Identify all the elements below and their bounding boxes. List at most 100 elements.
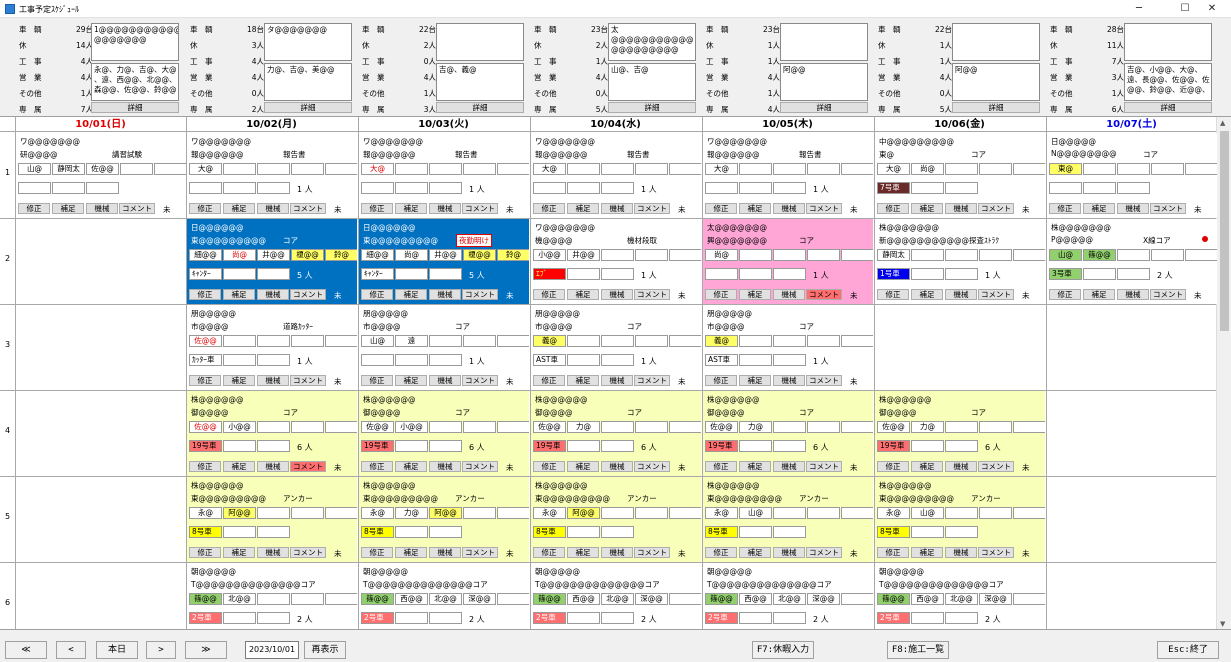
vehicle-slot[interactable] <box>705 268 738 280</box>
vehicle-slot[interactable]: 8号車 <box>189 526 222 538</box>
machine-button[interactable]: 機械 <box>429 375 461 386</box>
worker-slot[interactable] <box>635 163 668 175</box>
worker-slot[interactable] <box>257 507 290 519</box>
prev-page-button[interactable]: < <box>56 641 86 659</box>
vehicle-slot[interactable]: 19号車 <box>705 440 738 452</box>
worker-slot[interactable] <box>497 507 529 519</box>
worker-slot[interactable]: 永@ <box>705 507 738 519</box>
worker-slot[interactable] <box>463 163 496 175</box>
vehicle-slot[interactable] <box>395 612 428 624</box>
worker-slot[interactable]: 深@@ <box>463 593 496 605</box>
worker-slot[interactable] <box>1117 249 1150 261</box>
summary-note-box[interactable] <box>1124 23 1212 61</box>
supplement-button[interactable]: 補足 <box>223 203 255 214</box>
supplement-button[interactable]: 補足 <box>567 461 599 472</box>
date-input[interactable]: 2023/10/01 <box>245 641 299 659</box>
worker-slot[interactable]: 細@@ <box>361 249 394 261</box>
worker-slot[interactable] <box>257 593 290 605</box>
comment-button[interactable]: コメント <box>290 289 326 300</box>
comment-button[interactable]: コメント <box>978 289 1014 300</box>
date-header[interactable]: 10/07(土) <box>1046 118 1217 132</box>
supplement-button[interactable]: 補足 <box>739 461 771 472</box>
worker-slot[interactable]: 北@@ <box>945 593 978 605</box>
vehicle-slot[interactable]: ﾊﾞｷｭｰﾑ <box>223 268 256 280</box>
comment-button[interactable]: コメント <box>290 375 326 386</box>
vehicle-slot[interactable]: 2号車 <box>705 612 738 624</box>
vehicle-slot[interactable]: 3号車 <box>1049 268 1082 280</box>
summary-staff-box[interactable]: 吉@、小@@、大@、 遠、長@@、佐@@、佐 @@、鈴@@、近@@、 <box>1124 63 1212 101</box>
worker-slot[interactable] <box>841 507 873 519</box>
vertical-scrollbar[interactable]: ▲ ▼ <box>1216 117 1231 629</box>
vehicle-slot[interactable] <box>361 182 394 194</box>
vehicle-slot[interactable] <box>945 268 978 280</box>
edit-button[interactable]: 修正 <box>189 547 221 558</box>
comment-button[interactable]: コメント <box>1150 203 1186 214</box>
comment-button[interactable]: コメント <box>634 375 670 386</box>
edit-button[interactable]: 修正 <box>361 203 393 214</box>
detail-button[interactable]: 詳細 <box>436 102 524 113</box>
machine-button[interactable]: 機械 <box>945 547 977 558</box>
vehicle-slot[interactable] <box>911 612 944 624</box>
worker-slot[interactable]: 佐@@ <box>877 421 910 433</box>
vehicle-slot[interactable] <box>601 268 634 280</box>
summary-note-box[interactable]: 1@@@@@@@@@@@@ @@@@@@@ <box>91 23 179 61</box>
worker-slot[interactable]: 力@ <box>911 421 944 433</box>
worker-slot[interactable] <box>841 335 873 347</box>
schedule-cell[interactable]: ワ@@@@@@@ 機@@@@ 機材段取 小@@ 井@@ ｴﾌﾞ 1 人修正 補足 機械 コメント未 <box>531 219 701 304</box>
schedule-cell[interactable]: 株@@@@@@ 御@@@@ コア 佐@@ 力@ 19号車 6 人修正 補足 機械 コメント未 <box>703 391 873 476</box>
schedule-cell[interactable]: 株@@@@@@ 東@@@@@@@@@ アンカー 永@ 阿@@ 8号車 修正 補足 機械 コメント未 <box>187 477 357 562</box>
worker-slot[interactable]: 篠@@ <box>361 593 394 605</box>
worker-slot[interactable] <box>773 163 806 175</box>
vehicle-slot[interactable] <box>257 612 290 624</box>
machine-button[interactable]: 機械 <box>257 203 289 214</box>
schedule-cell[interactable]: 朝@@@@@ T@@@@@@@@@@@@@@コア 篠@@ 西@@ 北@@ 深@@ 2号車 2 … <box>875 563 1045 629</box>
edit-button[interactable]: 修正 <box>361 461 393 472</box>
schedule-cell[interactable]: 朋@@@@@ 市@@@@ 道路ｶｯﾀｰ 佐@@ ｶｯﾀｰ車 1 人修正 補足 機械 コメント未 <box>187 305 357 390</box>
vehicle-slot[interactable] <box>601 182 634 194</box>
vehicle-slot[interactable] <box>361 354 394 366</box>
today-button[interactable]: 本日 <box>96 641 138 659</box>
minimize-button[interactable]: ─ <box>1120 0 1158 18</box>
worker-slot[interactable]: 山@ <box>911 507 944 519</box>
vehicle-slot[interactable] <box>257 526 290 538</box>
summary-staff-box[interactable]: 阿@@ <box>780 63 868 101</box>
supplement-button[interactable]: 補足 <box>395 375 427 386</box>
schedule-cell[interactable]: 朝@@@@@T@@@@@@@@@@@@@@コア篠@@北@@2号車2 人修正補足機… <box>187 563 357 629</box>
vehicle-slot[interactable]: ﾊﾞｷｭｰﾑ <box>395 268 428 280</box>
supplement-button[interactable]: 補足 <box>395 203 427 214</box>
worker-slot[interactable]: 榎@@ <box>463 249 496 261</box>
worker-slot[interactable] <box>807 421 840 433</box>
supplement-button[interactable]: 補足 <box>395 461 427 472</box>
summary-note-box[interactable] <box>952 23 1040 61</box>
vehicle-slot[interactable] <box>223 526 256 538</box>
edit-button[interactable]: 修正 <box>705 203 737 214</box>
vehicle-slot[interactable] <box>773 612 806 624</box>
worker-slot[interactable]: 大@ <box>877 163 910 175</box>
worker-slot[interactable]: 佐@@ <box>189 335 222 347</box>
vehicle-slot[interactable] <box>429 268 462 280</box>
supplement-button[interactable]: 補足 <box>739 289 771 300</box>
worker-slot[interactable] <box>291 593 324 605</box>
worker-slot[interactable]: 山@ <box>739 507 772 519</box>
machine-button[interactable]: 機械 <box>1117 203 1149 214</box>
comment-button[interactable]: コメント <box>634 547 670 558</box>
supplement-button[interactable]: 補足 <box>911 547 943 558</box>
worker-slot[interactable] <box>635 249 668 261</box>
worker-slot[interactable]: 力@ <box>395 507 428 519</box>
worker-slot[interactable] <box>223 335 256 347</box>
vehicle-slot[interactable] <box>395 182 428 194</box>
comment-button[interactable]: コメント <box>806 461 842 472</box>
machine-button[interactable]: 機械 <box>601 375 633 386</box>
worker-slot[interactable] <box>601 163 634 175</box>
edit-button[interactable]: 修正 <box>705 461 737 472</box>
comment-button[interactable]: コメント <box>806 547 842 558</box>
machine-button[interactable]: 機械 <box>773 203 805 214</box>
vehicle-slot[interactable] <box>773 268 806 280</box>
vehicle-slot[interactable] <box>223 182 256 194</box>
edit-button[interactable]: 修正 <box>361 289 393 300</box>
worker-slot[interactable]: 井@@ <box>567 249 600 261</box>
supplement-button[interactable]: 補足 <box>911 461 943 472</box>
edit-button[interactable]: 修正 <box>705 375 737 386</box>
schedule-cell[interactable]: 日@@@@@@ 東@@@@@@@@@ コア 細@@ 尚@ 井@@ 榎@@ 鈴@ ｷｬﾝﾀｰ ﾊﾞｷ… <box>187 219 357 304</box>
vehicle-slot[interactable] <box>429 354 462 366</box>
